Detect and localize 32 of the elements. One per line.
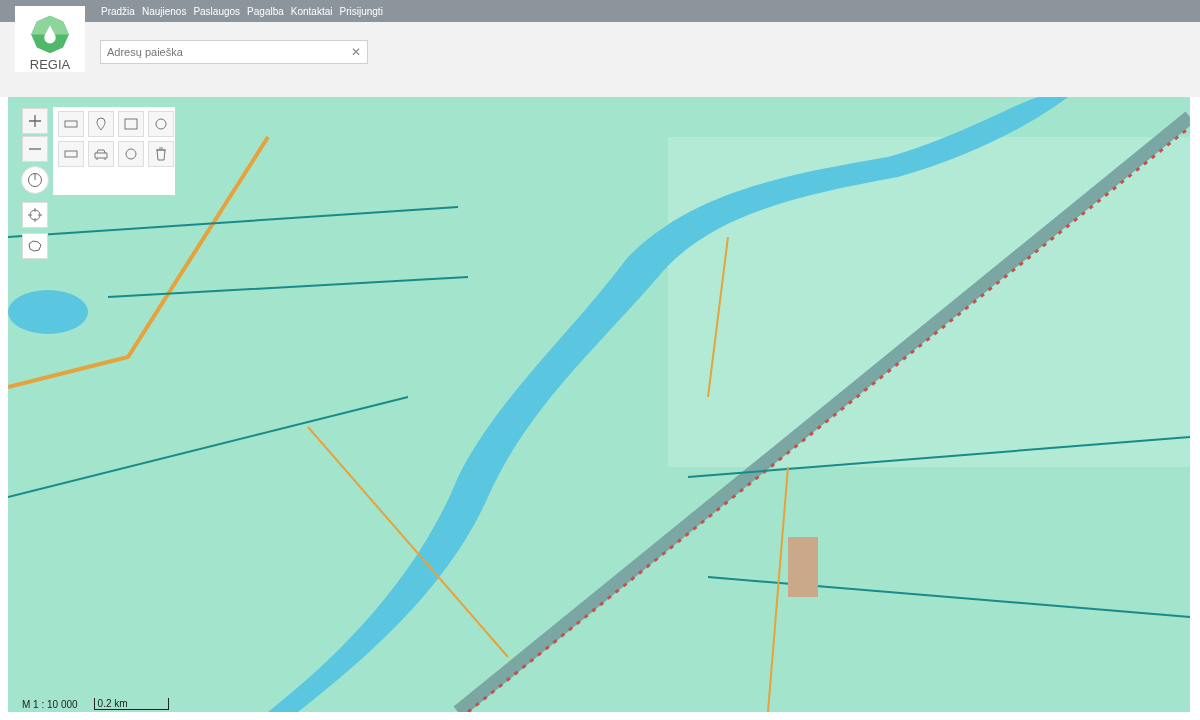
frame-icon: [123, 116, 139, 132]
trash-icon: [153, 146, 169, 162]
nav-link[interactable]: Naujienos: [141, 5, 187, 17]
clear-button[interactable]: ✕: [345, 45, 367, 59]
nav-link[interactable]: Kontaktai: [290, 5, 333, 17]
zoom-out-button[interactable]: [22, 136, 48, 162]
scale-ratio: M 1 : 10 000: [22, 699, 78, 710]
search-field[interactable]: Adresų paieška ✕: [100, 40, 368, 64]
crosshair-icon: [27, 207, 43, 223]
nav-link[interactable]: Paslaugos: [193, 5, 241, 17]
nav-link[interactable]: Pradžia: [101, 5, 135, 17]
target-button[interactable]: [148, 111, 174, 137]
zoom-in-button[interactable]: [22, 108, 48, 134]
country-button[interactable]: [22, 233, 48, 259]
trash-button[interactable]: [148, 141, 174, 167]
frame-button[interactable]: [118, 111, 144, 137]
vehicle-icon: [93, 146, 109, 162]
scale-bar: 0.2 km: [93, 698, 169, 710]
plus-icon: [27, 113, 43, 129]
country-outline-icon: [27, 238, 43, 254]
vehicle-button[interactable]: [88, 141, 114, 167]
pin-icon: [93, 116, 109, 132]
locate-button[interactable]: [22, 202, 48, 228]
nav-link[interactable]: Pagalba: [247, 5, 284, 17]
pin-button[interactable]: [88, 111, 114, 137]
minus-icon: [27, 147, 43, 151]
ruler-button[interactable]: [58, 111, 84, 137]
measure-button[interactable]: [58, 141, 84, 167]
logo-text: REGIA: [29, 57, 71, 72]
nav-link[interactable]: Prisijungti: [339, 5, 383, 17]
compass-icon: [27, 172, 43, 188]
globe-button[interactable]: [118, 141, 144, 167]
